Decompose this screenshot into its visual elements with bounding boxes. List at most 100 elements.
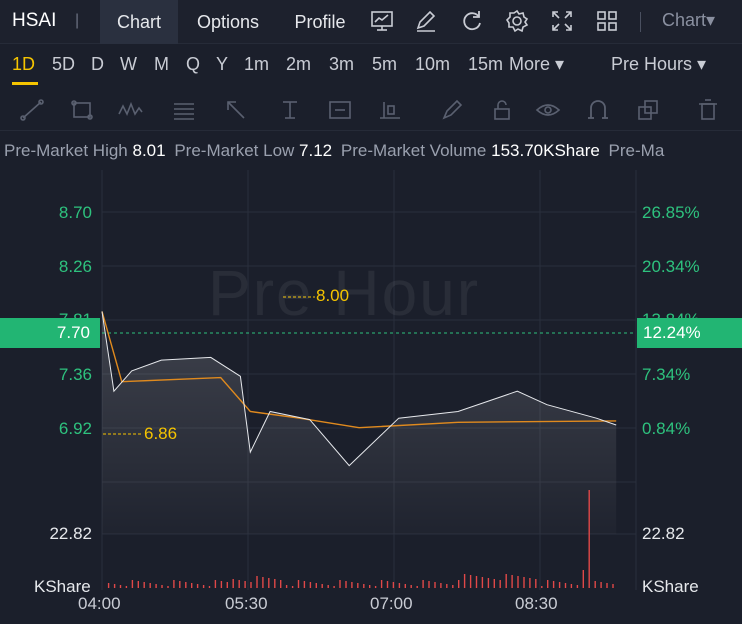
active-period-indicator [12,82,38,85]
price-tick: 6.92 [58,419,92,438]
volume-bar [274,579,276,588]
magnet-icon[interactable] [584,96,612,124]
tab-options[interactable]: Options [180,0,276,44]
rectangle-tool-icon[interactable] [68,96,96,124]
layout-grid-icon[interactable] [594,8,620,34]
volume-bar [469,575,472,588]
line-tool-icon[interactable] [18,96,46,124]
period-5m[interactable]: 5m [372,54,397,75]
ticker-symbol: HSAI [12,10,57,31]
current-percent-label: 12.24% [637,318,742,348]
volume-bar [517,576,519,588]
volume-bar [511,575,513,588]
volume-bar [463,574,466,588]
price-range-tool-icon[interactable] [376,96,404,124]
volume-bar [232,579,234,588]
period-month[interactable]: M [154,54,169,75]
percent-tick: 26.85% [642,203,700,222]
volume-bar [475,576,478,588]
current-price-label: 7.70 [0,318,100,348]
volume-bar [582,570,584,588]
draw-pen-icon[interactable] [413,8,439,34]
volume-tick: 22.82 [49,524,92,543]
volume-bar [564,583,567,588]
volume-bar [481,577,484,588]
volume-bar [547,580,549,588]
volume-bar [107,583,110,588]
period-10m[interactable]: 10m [415,54,450,75]
volume-bar [149,583,151,588]
volume-bar [191,583,193,588]
trash-icon[interactable] [694,96,722,124]
period-quarter[interactable]: Q [186,54,200,75]
volume-bar [202,585,205,588]
volume-bar [434,582,436,588]
volume-bar [196,584,199,588]
volume-bar [529,578,531,588]
brush-tool-icon[interactable] [438,96,466,124]
volume-bar [487,578,490,588]
volume-bar [179,581,181,588]
wave-tool-icon[interactable] [116,96,144,124]
volume-bar [505,574,507,588]
time-tick: 04:00 [78,594,121,613]
session-selector[interactable]: Pre Hours ▾ [611,54,706,75]
tab-profile[interactable]: Profile [280,0,360,44]
price-chart-canvas [101,170,637,590]
volume-bar [244,581,246,588]
tab-chart[interactable]: Chart [100,0,178,44]
volume-bar [167,586,169,588]
refresh-icon[interactable] [459,8,485,34]
arrow-tool-icon[interactable] [222,96,250,124]
volume-bar [339,580,341,588]
volume-bar [185,582,187,588]
volume-bar [131,580,134,588]
volume-bar [333,586,335,588]
price-tick: 8.70 [58,203,92,222]
percent-tick: 20.34% [642,257,700,276]
period-year[interactable]: Y [216,54,228,75]
volume-bar [226,582,228,588]
volume-bar [291,586,294,588]
ticker-separator: | [75,12,80,29]
text-box-tool-icon[interactable] [326,96,354,124]
volume-bar [392,582,395,588]
volume-bar [428,581,430,588]
volume-bar [499,580,501,588]
volume-tick: 22.82 [642,524,685,543]
price-tick: 8.26 [58,257,92,276]
period-more-menu[interactable]: More ▾ [509,54,564,75]
clone-icon[interactable] [634,96,662,124]
visibility-eye-icon[interactable] [534,96,562,124]
time-tick: 07:00 [370,594,413,613]
drawing-toolbar [0,89,742,131]
indicators-icon[interactable] [369,8,395,34]
period-week[interactable]: W [120,54,137,75]
price-chart[interactable]: Pre Hour 8.70 8.26 7.81 7.36 6.92 26.85%… [0,170,742,624]
volume-bar [143,582,145,588]
period-2m[interactable]: 2m [286,54,311,75]
period-1d[interactable]: 1D [12,54,35,75]
fibonacci-tool-icon[interactable] [170,96,198,124]
pre-market-low-label: Pre-Market Low [174,141,295,160]
volume-bar [345,581,347,588]
fullscreen-icon[interactable] [549,8,575,34]
volume-bar [303,581,306,588]
price-area-fill [102,311,617,534]
settings-gear-icon[interactable] [504,8,530,34]
volume-bar [452,585,454,588]
chart-type-menu[interactable]: Chart▾ [662,10,715,31]
period-1m[interactable]: 1m [244,54,269,75]
volume-bar [250,582,252,588]
period-5d[interactable]: 5D [52,54,75,75]
volume-bar [398,583,401,588]
volume-bar [422,580,424,588]
volume-bar [523,577,525,588]
period-3m[interactable]: 3m [329,54,354,75]
period-day[interactable]: D [91,54,104,75]
lock-icon[interactable] [488,96,516,124]
text-marker-tool-icon[interactable] [276,96,304,124]
period-15m[interactable]: 15m [468,54,503,75]
pre-market-truncated-label: Pre-Ma [608,141,665,160]
percent-tick: 0.84% [642,419,691,438]
